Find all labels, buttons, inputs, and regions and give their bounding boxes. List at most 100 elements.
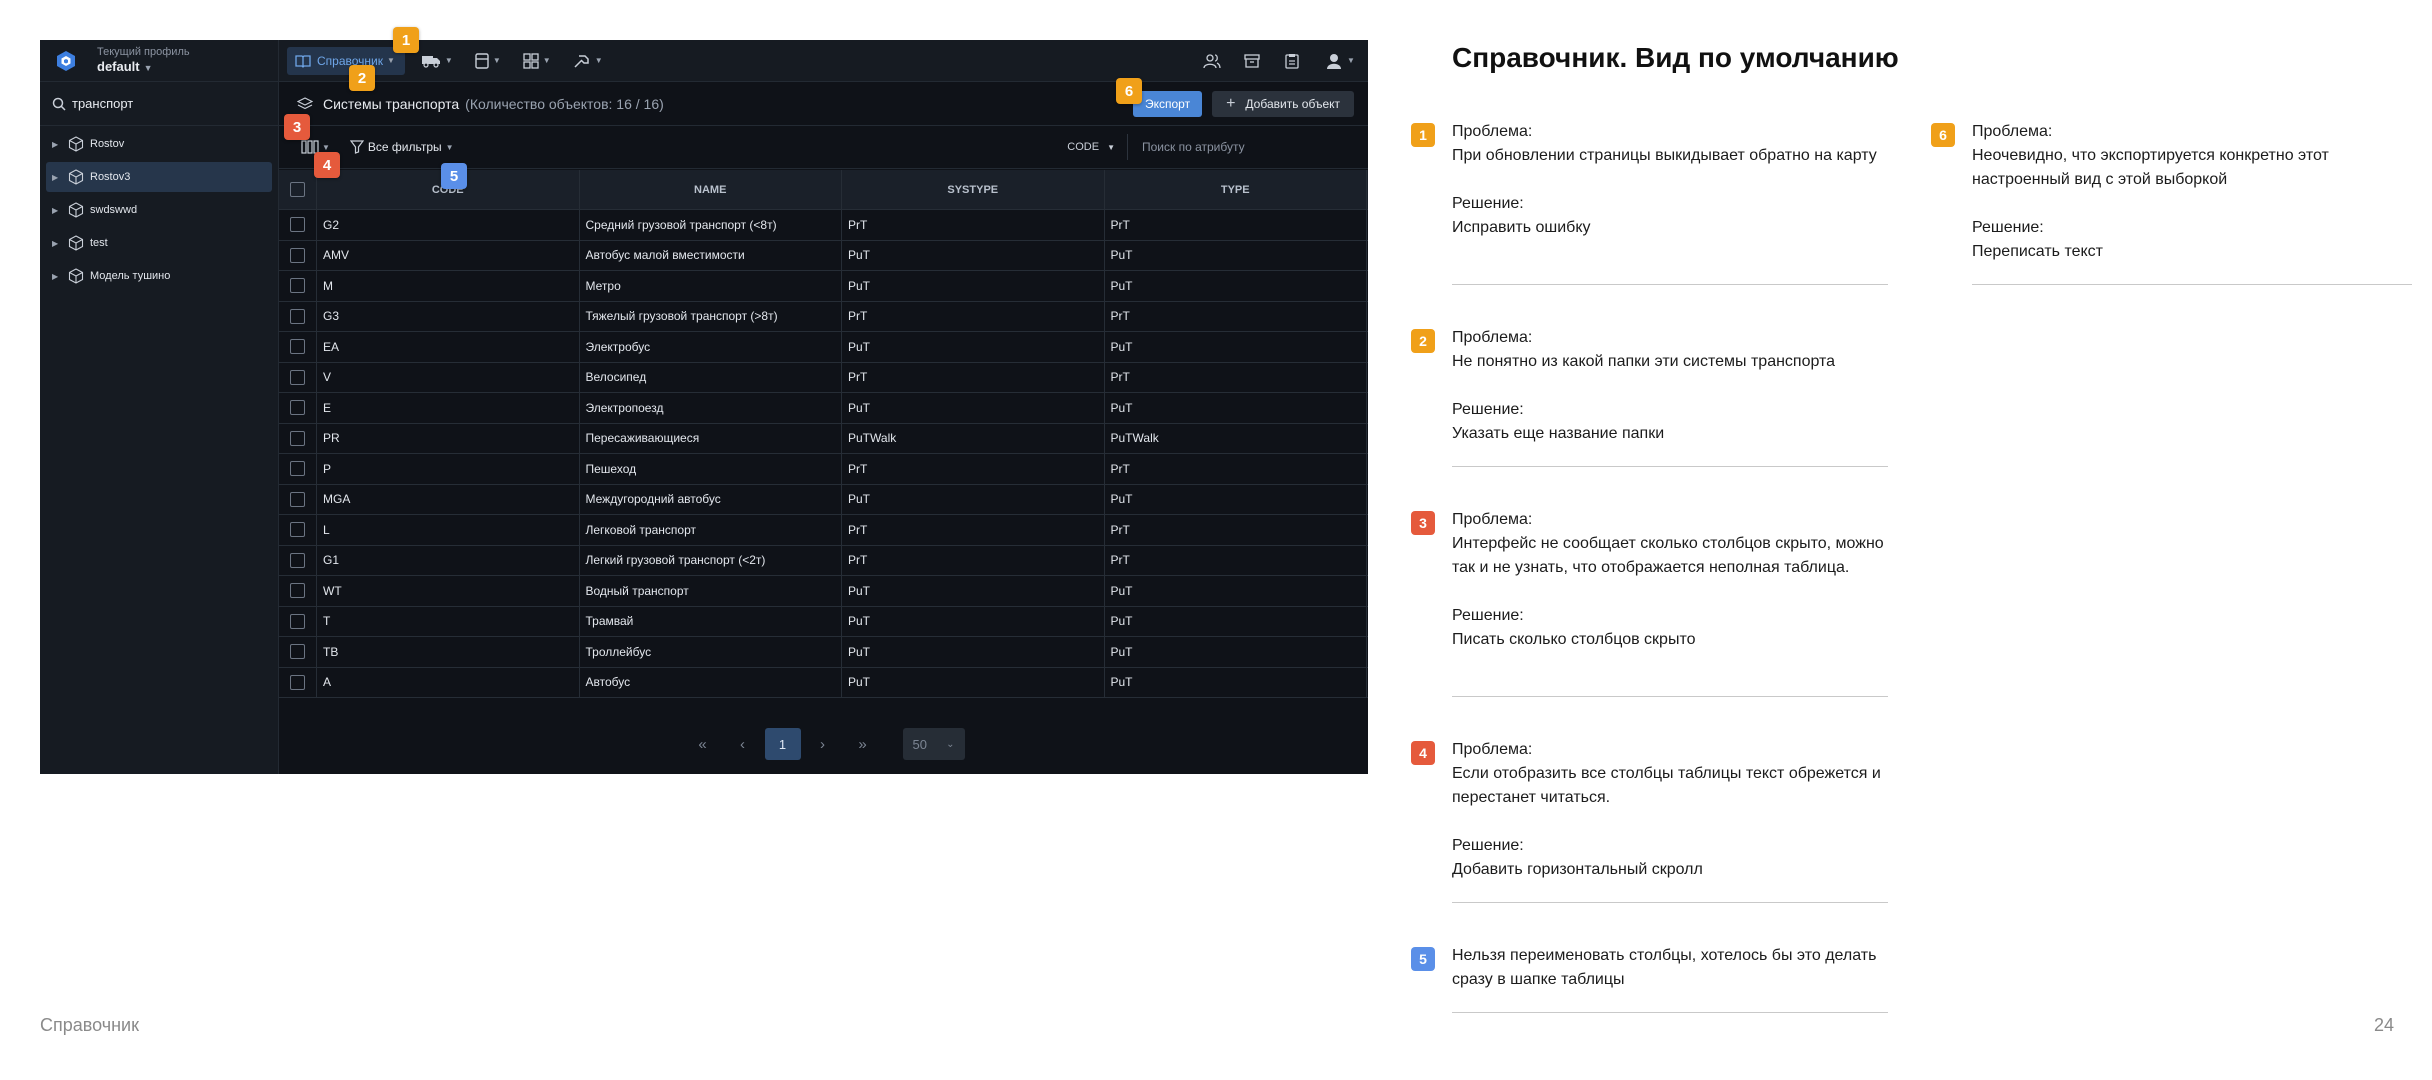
attribute-select-value: CODE bbox=[1067, 141, 1100, 153]
calculator-menu-button[interactable]: ▼ bbox=[469, 47, 507, 75]
tools-icon bbox=[574, 54, 589, 68]
note-divider bbox=[1452, 466, 1888, 467]
current-page[interactable]: 1 bbox=[764, 728, 801, 760]
column-header-systype[interactable]: SYSTYPE bbox=[842, 170, 1105, 209]
problem-label: Проблема: bbox=[1452, 123, 1533, 140]
tree-item[interactable]: ▶ Модель тушино bbox=[46, 261, 272, 291]
note-marker-5: 5 bbox=[1411, 947, 1435, 971]
table-row[interactable]: TB Троллейбус PuT PuT bbox=[279, 637, 1368, 668]
cell-type: PuT bbox=[1105, 484, 1367, 514]
table-row[interactable]: E Электропоезд PuT PuT bbox=[279, 393, 1368, 424]
row-select-cell bbox=[279, 515, 317, 545]
chevron-right-icon[interactable]: ▶ bbox=[52, 140, 64, 149]
page-size-value: 50 bbox=[912, 736, 927, 752]
row-checkbox[interactable] bbox=[290, 278, 305, 294]
cell-systype: PrT bbox=[842, 210, 1105, 240]
all-filters-button[interactable]: Все фильтры ▼ bbox=[349, 140, 454, 154]
reference-menu-button[interactable]: Справочник ▼ bbox=[287, 46, 405, 75]
chevron-right-icon[interactable]: ▶ bbox=[52, 239, 64, 248]
row-checkbox[interactable] bbox=[290, 522, 305, 538]
table-row[interactable]: V Велосипед PrT PrT bbox=[279, 362, 1368, 393]
table-row[interactable]: L Легковой транспорт PrT PrT bbox=[279, 515, 1368, 546]
table-row[interactable]: WT Водный транспорт PuT PuT bbox=[279, 576, 1368, 607]
row-checkbox[interactable] bbox=[290, 461, 305, 477]
tools-menu-button[interactable]: ▼ bbox=[567, 47, 609, 75]
search-bar bbox=[40, 82, 278, 126]
solution-text: Исправить ошибку bbox=[1452, 219, 1591, 236]
table-row[interactable]: G3 Тяжелый грузовой транспорт (>8т) PrT PrT bbox=[279, 301, 1368, 332]
table-row[interactable]: P Пешеход PrT PrT bbox=[279, 454, 1368, 485]
cube-icon bbox=[68, 202, 84, 218]
row-checkbox[interactable] bbox=[290, 613, 305, 629]
table-row[interactable]: M Метро PuT PuT bbox=[279, 271, 1368, 302]
note-divider bbox=[1452, 902, 1888, 903]
chevron-right-icon[interactable]: ▶ bbox=[52, 272, 64, 281]
marker-1: 1 bbox=[393, 27, 419, 53]
cell-code: E bbox=[317, 393, 580, 423]
problem-text: Интерфейс не сообщает сколько столбцов с… bbox=[1452, 535, 1884, 576]
clipboard-button[interactable] bbox=[1272, 47, 1312, 75]
row-checkbox[interactable] bbox=[290, 339, 305, 355]
select-all-checkbox[interactable] bbox=[290, 182, 305, 197]
row-checkbox[interactable] bbox=[290, 430, 305, 446]
row-checkbox[interactable] bbox=[290, 491, 305, 507]
table-row[interactable]: PR Пересаживающиеся PuTWalk PuTWalk bbox=[279, 423, 1368, 454]
row-checkbox[interactable] bbox=[290, 217, 305, 233]
table-row[interactable]: A Автобус PuT PuT bbox=[279, 667, 1368, 698]
tree-item[interactable]: ▶ swdswwd bbox=[46, 195, 272, 225]
attribute-search-input[interactable] bbox=[1128, 140, 1368, 154]
cube-icon bbox=[68, 169, 84, 185]
solution-label: Решение: bbox=[1452, 837, 1524, 854]
attribute-select[interactable]: CODE ▼ bbox=[1067, 134, 1128, 160]
export-button[interactable]: Экспорт bbox=[1132, 90, 1203, 117]
table-row[interactable]: MGA Междугородний автобус PuT PuT bbox=[279, 484, 1368, 515]
note-marker-6: 6 bbox=[1931, 123, 1955, 147]
pagination: « ‹ 1 › » 50 ⌄ bbox=[279, 728, 1368, 760]
add-object-button[interactable]: + Добавить объект bbox=[1212, 90, 1354, 117]
row-checkbox[interactable] bbox=[290, 247, 305, 263]
row-checkbox[interactable] bbox=[290, 552, 305, 568]
table-row[interactable]: T Трамвай PuT PuT bbox=[279, 606, 1368, 637]
row-checkbox[interactable] bbox=[290, 369, 305, 385]
column-header-type[interactable]: TYPE bbox=[1105, 170, 1367, 209]
table-row[interactable]: AMV Автобус малой вместимости PuT PuT bbox=[279, 240, 1368, 271]
chevron-right-icon[interactable]: ▶ bbox=[52, 206, 64, 215]
first-page-button[interactable]: « bbox=[685, 728, 721, 760]
table-row[interactable]: G1 Легкий грузовой транспорт (<2т) PrT PrT bbox=[279, 545, 1368, 576]
layout-menu-button[interactable]: ▼ bbox=[517, 47, 557, 75]
sidebar: Текущий профиль default▼ ▶ Rostov ▶ Rostov3… bbox=[40, 40, 279, 774]
cell-type: PuT bbox=[1105, 667, 1367, 697]
profile-name[interactable]: default ▼ bbox=[97, 59, 190, 75]
transport-menu-button[interactable]: ▼ bbox=[415, 47, 459, 75]
table-row[interactable]: G2 Средний грузовой транспорт (<8т) PrT PrT bbox=[279, 210, 1368, 241]
tree-item[interactable]: ▶ test bbox=[46, 228, 272, 258]
users-button[interactable] bbox=[1192, 47, 1232, 75]
last-page-button[interactable]: » bbox=[845, 728, 881, 760]
row-checkbox[interactable] bbox=[290, 644, 305, 660]
tree-item[interactable]: ▶ Rostov3 bbox=[46, 162, 272, 192]
column-header-name[interactable]: NAME bbox=[580, 170, 842, 209]
slide-title: Справочник. Вид по умолчанию bbox=[1452, 42, 1899, 73]
cell-name: Электропоезд bbox=[580, 393, 842, 423]
archive-button[interactable] bbox=[1232, 47, 1272, 75]
solution-text: Указать еще название папки bbox=[1452, 425, 1665, 442]
cell-type: PuT bbox=[1105, 637, 1367, 667]
page-size-select[interactable]: 50 ⌄ bbox=[902, 728, 965, 760]
row-checkbox[interactable] bbox=[290, 400, 305, 416]
note-1: Проблема: При обновлении страницы выкидыв… bbox=[1452, 120, 1888, 240]
table-row[interactable]: EA Электробус PuT PuT bbox=[279, 332, 1368, 363]
row-select-cell bbox=[279, 484, 317, 514]
row-checkbox[interactable] bbox=[290, 308, 305, 324]
note-6: Проблема: Неочевидно, что экспортируется … bbox=[1972, 120, 2408, 264]
next-page-button[interactable]: › bbox=[805, 728, 841, 760]
tree-item[interactable]: ▶ Rostov bbox=[46, 129, 272, 159]
row-checkbox[interactable] bbox=[290, 583, 305, 599]
chevron-right-icon[interactable]: ▶ bbox=[52, 173, 64, 182]
prev-page-button[interactable]: ‹ bbox=[725, 728, 761, 760]
search-input[interactable] bbox=[72, 96, 262, 111]
row-checkbox[interactable] bbox=[290, 674, 305, 690]
profile-switcher[interactable]: Текущий профиль default ▼ bbox=[40, 40, 278, 82]
cube-icon bbox=[68, 268, 84, 284]
chevron-down-icon: ▼ bbox=[594, 56, 603, 65]
user-menu-button[interactable]: ▼ bbox=[1312, 47, 1368, 75]
